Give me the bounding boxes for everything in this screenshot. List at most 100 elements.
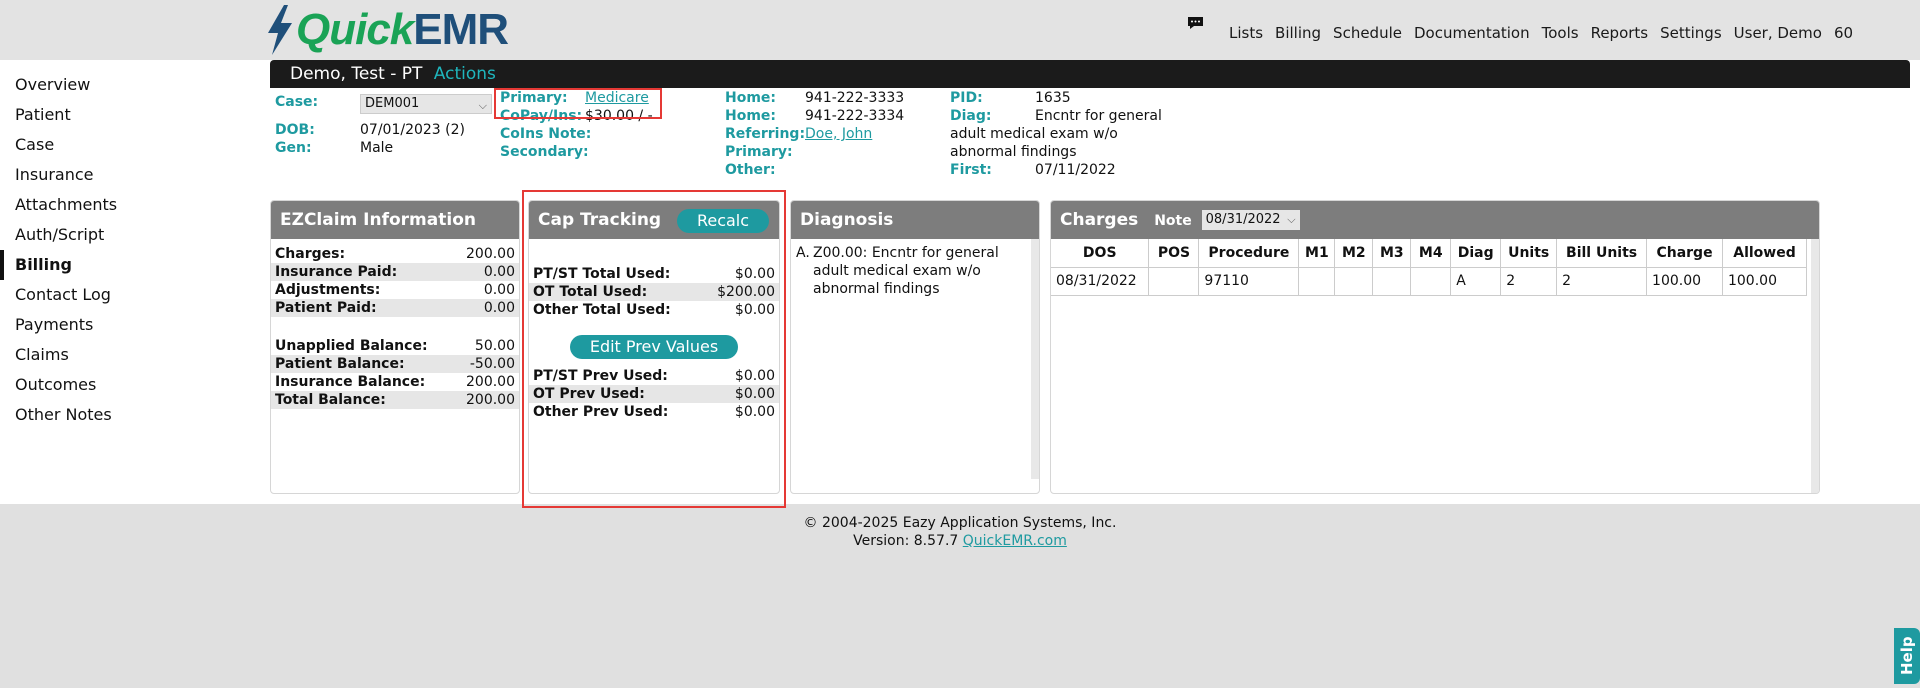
diag-label: Diag:	[950, 108, 992, 124]
ezclaim-row: Patient Paid: 0.00	[271, 299, 519, 317]
col-bill-units[interactable]: Bill Units	[1556, 239, 1648, 268]
sidebar-item-attachments[interactable]: Attachments	[0, 190, 268, 220]
col-dos[interactable]: DOS	[1051, 239, 1150, 268]
col-m2[interactable]: M2	[1334, 239, 1374, 268]
ezclaim-key: Insurance Balance:	[275, 374, 426, 390]
ezclaim-key: Patient Balance:	[275, 356, 405, 372]
sidebar-item-overview[interactable]: Overview	[0, 70, 268, 100]
charges-header-row: DOS POS Procedure M1 M2 M3 M4 Diag Units…	[1051, 239, 1808, 268]
session-timer: 60	[1833, 24, 1854, 42]
ezclaim-key: Unapplied Balance:	[275, 338, 428, 354]
note-date-select[interactable]: 08/31/2022 ⌵	[1201, 210, 1300, 230]
ezclaim-row: Insurance Balance: 200.00	[271, 373, 519, 391]
nav-lists[interactable]: Lists	[1229, 24, 1263, 42]
case-select[interactable]: DEM001 ⌵	[360, 94, 492, 114]
cell-charge: 100.00	[1646, 267, 1723, 296]
diagnosis-scrollbar[interactable]	[1031, 239, 1039, 479]
col-m1[interactable]: M1	[1298, 239, 1336, 268]
ezclaim-row: Total Balance: 200.00	[271, 391, 519, 409]
col-diag[interactable]: Diag	[1450, 239, 1502, 268]
quickemr-logo[interactable]: Quick EMR	[264, 4, 509, 56]
referring-link[interactable]: Doe, John	[805, 126, 872, 142]
ezclaim-key: Adjustments:	[275, 282, 381, 298]
ezclaim-value: 50.00	[474, 338, 515, 354]
nav-tools[interactable]: Tools	[1542, 24, 1579, 42]
diagnosis-panel: Diagnosis A. Z00.00: Encntr for general …	[790, 200, 1040, 494]
col-charge[interactable]: Charge	[1646, 239, 1723, 268]
ezclaim-key: Patient Paid:	[275, 300, 377, 316]
nav-user[interactable]: User, Demo	[1734, 24, 1822, 42]
ezclaim-balances: Unapplied Balance: 50.00 Patient Balance:…	[271, 317, 519, 409]
chevron-down-icon: ⌵	[1287, 213, 1296, 226]
charges-header: Charges Note 08/31/2022 ⌵	[1051, 201, 1819, 239]
highlight-box-primary	[494, 88, 662, 119]
ezclaim-key: Charges:	[275, 246, 346, 262]
cell-pos	[1148, 267, 1200, 296]
nav-documentation[interactable]: Documentation	[1414, 24, 1530, 42]
cell-allowed: 100.00	[1722, 267, 1808, 296]
highlight-box-cap-tracking	[522, 190, 786, 508]
col-procedure[interactable]: Procedure	[1198, 239, 1300, 268]
ezclaim-value: 0.00	[483, 300, 515, 316]
nav-schedule[interactable]: Schedule	[1333, 24, 1402, 42]
sidebar-item-claims[interactable]: Claims	[0, 340, 268, 370]
diagnosis-title: Diagnosis	[791, 201, 1039, 239]
col-m3[interactable]: M3	[1372, 239, 1412, 268]
charges-table: DOS POS Procedure M1 M2 M3 M4 Diag Units…	[1051, 239, 1808, 296]
col-m4[interactable]: M4	[1410, 239, 1452, 268]
col-units[interactable]: Units	[1500, 239, 1558, 268]
sidebar-item-case[interactable]: Case	[0, 130, 268, 160]
ezclaim-value: 0.00	[483, 264, 515, 280]
pid-value: 1635	[1035, 90, 1071, 106]
ezclaim-row: Insurance Paid: 0.00	[271, 263, 519, 281]
actions-menu[interactable]: Actions	[434, 64, 496, 84]
coins-note-label: CoIns Note:	[500, 126, 592, 142]
ezclaim-value: 200.00	[466, 374, 515, 390]
charges-scrollbar[interactable]	[1811, 239, 1819, 493]
diagnosis-line-1: Z00.00: Encntr for general	[813, 245, 999, 261]
top-bar: Quick EMR Lists Billing Schedule Document…	[0, 0, 1920, 60]
ezclaim-row: Adjustments: 0.00	[271, 281, 519, 299]
sidebar-item-payments[interactable]: Payments	[0, 310, 268, 340]
cell-m2	[1334, 267, 1374, 296]
charges-panel: Charges Note 08/31/2022 ⌵ DOS POS Proced…	[1050, 200, 1820, 494]
note-date-value: 08/31/2022	[1205, 212, 1281, 227]
other-physician-label: Other:	[725, 162, 776, 178]
sidebar-item-outcomes[interactable]: Outcomes	[0, 370, 268, 400]
cell-procedure: 97110	[1198, 267, 1300, 296]
quickemr-link[interactable]: QuickEMR.com	[963, 533, 1067, 549]
col-allowed[interactable]: Allowed	[1722, 239, 1808, 268]
logo-text-emr: EMR	[413, 5, 509, 54]
version-line: Version: 8.57.7 QuickEMR.com	[0, 532, 1920, 550]
ezclaim-value: 0.00	[483, 282, 515, 298]
diag-value-line-1: Encntr for general	[1035, 108, 1162, 124]
copyright-text: © 2004-2025 Eazy Application Systems, In…	[803, 515, 1117, 531]
cell-m1	[1298, 267, 1336, 296]
sidebar-item-contact-log[interactable]: Contact Log	[0, 280, 268, 310]
secondary-insurance-label: Secondary:	[500, 144, 589, 160]
chat-bubble-icon[interactable]	[1187, 16, 1204, 30]
sidebar-item-insurance[interactable]: Insurance	[0, 160, 268, 190]
lightning-bolt-icon	[268, 5, 292, 55]
col-pos[interactable]: POS	[1148, 239, 1200, 268]
chevron-down-icon: ⌵	[478, 99, 487, 112]
sidebar-item-auth-script[interactable]: Auth/Script	[0, 220, 268, 250]
cell-m4	[1410, 267, 1452, 296]
note-label: Note	[1154, 213, 1192, 229]
case-select-value: DEM001	[365, 96, 420, 111]
sidebar-item-patient[interactable]: Patient	[0, 100, 268, 130]
ezclaim-panel: EZClaim Information Charges: 200.00 Insur…	[270, 200, 520, 494]
table-row[interactable]: 08/31/2022 97110 A 2 2 100.00 100.00	[1051, 267, 1808, 296]
ezclaim-value: -50.00	[469, 356, 515, 372]
cell-m3	[1372, 267, 1412, 296]
sidebar-item-billing[interactable]: Billing	[0, 250, 268, 280]
cell-diag: A	[1450, 267, 1502, 296]
sidebar-item-other-notes[interactable]: Other Notes	[0, 400, 268, 430]
nav-billing[interactable]: Billing	[1275, 24, 1321, 42]
help-tab[interactable]: Help	[1894, 628, 1920, 684]
gender-value: Male	[360, 140, 394, 156]
nav-settings[interactable]: Settings	[1660, 24, 1722, 42]
ezclaim-row: Unapplied Balance: 50.00	[271, 337, 519, 355]
diagnosis-line-3: abnormal findings	[813, 281, 940, 297]
nav-reports[interactable]: Reports	[1591, 24, 1649, 42]
